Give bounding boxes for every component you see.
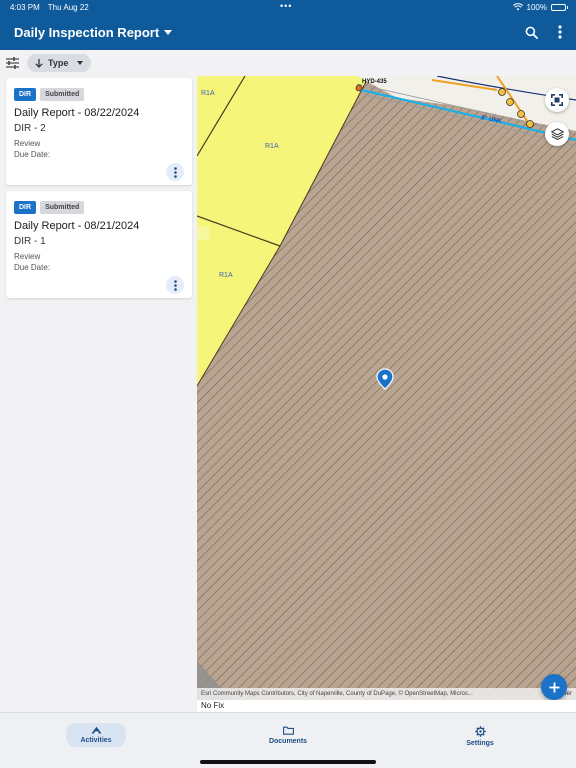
report-due-date: Due Date: (14, 150, 51, 159)
add-report-button[interactable] (541, 674, 567, 700)
type-badge: DIR (14, 88, 37, 101)
report-card[interactable]: DIR Submitted Daily Report - 08/22/2024 … (6, 78, 192, 185)
filter-bar: Type (0, 50, 197, 76)
card-more-button[interactable] (166, 276, 184, 294)
map-attribution: Esri Community Maps Contributors, City o… (197, 688, 576, 700)
more-vertical-icon (173, 279, 177, 291)
status-badge: Submitted (40, 201, 85, 214)
report-card[interactable]: DIR Submitted Daily Report - 08/21/2024 … (6, 191, 192, 298)
search-button[interactable] (525, 26, 538, 39)
report-review: Review (14, 252, 41, 261)
caret-down-icon (164, 30, 173, 35)
type-badge: DIR (14, 201, 37, 214)
expand-frame-icon (551, 94, 563, 106)
home-indicator[interactable] (200, 760, 376, 764)
gps-status: No Fix (197, 700, 576, 712)
filter-settings-button[interactable] (6, 57, 19, 69)
nav-settings-label: Settings (466, 740, 494, 747)
nav-activities-label: Activities (80, 737, 112, 744)
plus-icon (549, 682, 559, 692)
status-bar: 4:03 PM Thu Aug 22 ••• 100% (0, 0, 576, 14)
report-title: Daily Report - 08/21/2024 (14, 220, 140, 232)
report-id: DIR - 2 (14, 123, 46, 134)
arrow-down-icon (35, 58, 43, 68)
report-type-dropdown[interactable]: Daily Inspection Report (14, 24, 173, 40)
map-view[interactable]: R1A R1A R1A HYD-435 8" UNK Esri Communit… (197, 76, 576, 700)
nav-activities[interactable]: Activities (0, 713, 192, 768)
caret-down-icon (77, 61, 84, 65)
zone-label: R1A (219, 272, 233, 279)
app-header: Daily Inspection Report (0, 14, 576, 50)
nav-settings[interactable]: Settings (384, 713, 576, 768)
status-badge: Submitted (40, 88, 85, 101)
hydrant-marker[interactable] (355, 84, 363, 92)
battery-percent: 100% (526, 2, 547, 12)
layers-icon (550, 128, 564, 140)
status-time: 4:03 PM (10, 2, 40, 12)
zone-label: R1A (265, 143, 279, 150)
report-title: Daily Report - 08/22/2024 (14, 107, 140, 119)
nav-documents-label: Documents (268, 738, 308, 745)
layers-button[interactable] (545, 122, 569, 146)
tune-sliders-icon (6, 57, 19, 69)
overflow-menu-button[interactable] (558, 25, 562, 39)
map-canvas[interactable] (197, 76, 576, 700)
gear-icon (474, 726, 486, 737)
report-review: Review (14, 139, 41, 148)
status-date: Thu Aug 22 (47, 2, 89, 12)
battery-icon (551, 3, 568, 11)
report-id: DIR - 1 (14, 236, 46, 247)
type-filter-chip[interactable]: Type (27, 54, 92, 72)
zoom-extent-button[interactable] (545, 88, 569, 112)
search-icon (525, 26, 538, 39)
activities-icon (91, 726, 101, 734)
folder-icon (282, 726, 294, 735)
type-filter-label: Type (48, 58, 69, 68)
zone-label: R1A (201, 90, 215, 97)
multitask-dots-icon[interactable]: ••• (280, 1, 292, 11)
more-vertical-icon (173, 166, 177, 178)
more-vertical-icon (558, 25, 562, 39)
hydrant-label: HYD-435 (362, 79, 387, 85)
card-more-button[interactable] (166, 163, 184, 181)
attribution-text: Esri Community Maps Contributors, City o… (201, 691, 473, 697)
report-due-date: Due Date: (14, 263, 51, 272)
page-title: Daily Inspection Report (14, 24, 160, 40)
wifi-icon (512, 3, 523, 11)
